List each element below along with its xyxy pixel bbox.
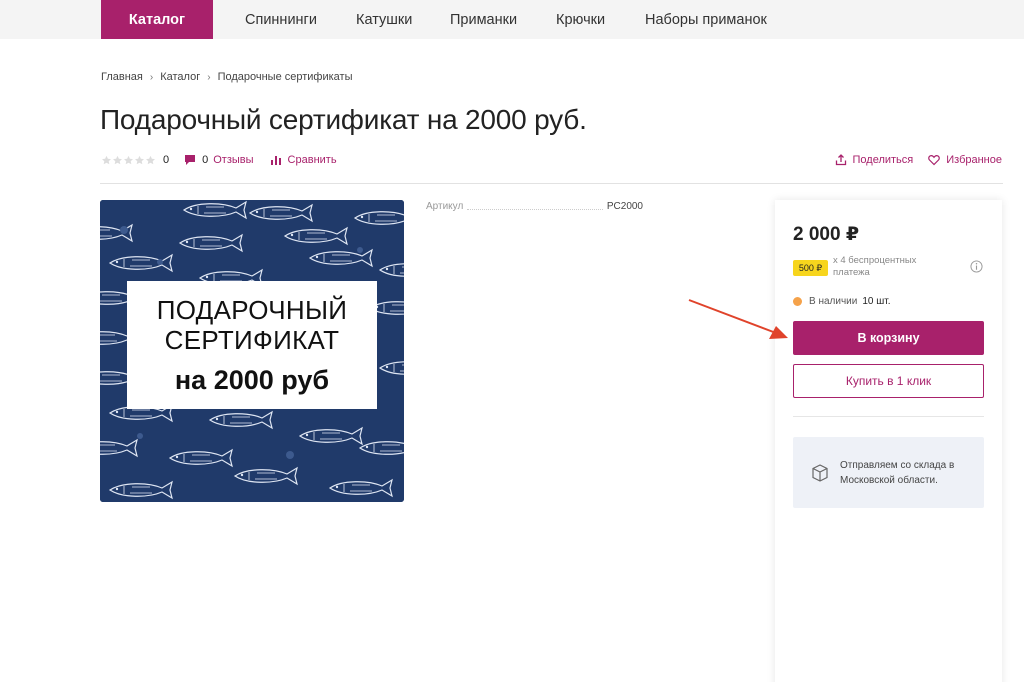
heart-icon <box>928 155 941 166</box>
nav-item-hooks[interactable]: Крючки <box>556 0 605 39</box>
certificate-line-3: на 2000 руб <box>174 365 330 395</box>
annotation-arrow-icon <box>688 299 788 339</box>
star-icon <box>146 155 155 164</box>
add-to-cart-button[interactable]: В корзину <box>793 321 984 355</box>
article-dotted-leader <box>467 209 603 210</box>
info-icon[interactable] <box>970 260 983 273</box>
compare-icon <box>270 156 281 165</box>
star-icon <box>113 155 122 164</box>
buy-panel: 2 000 ₽ 500 ₽ x 4 беспроцентных платежа … <box>775 200 1002 682</box>
share-favorite-row: Поделиться Избранное <box>820 152 1002 168</box>
favorite-label: Избранное <box>946 154 1002 166</box>
star-icon <box>135 155 144 164</box>
breadcrumb-home[interactable]: Главная <box>101 71 143 83</box>
reviews-link[interactable]: Отзывы <box>213 154 253 166</box>
stock-dot-icon <box>793 297 802 306</box>
breadcrumb-catalog[interactable]: Каталог <box>160 71 200 83</box>
article-label: Артикул <box>426 201 464 212</box>
buy-one-click-button[interactable]: Купить в 1 клик <box>793 364 984 398</box>
divider <box>793 416 984 417</box>
favorite-button[interactable]: Избранное <box>928 154 1002 166</box>
share-icon <box>835 154 846 166</box>
rating-count: 0 <box>163 154 170 166</box>
rating-stars <box>101 155 156 166</box>
product-image[interactable]: ПОДАРОЧНЫЙ СЕРТИФИКАТ на 2000 руб <box>100 200 404 502</box>
certificate-line-2: СЕРТИФИКАТ <box>164 325 340 355</box>
share-button[interactable]: Поделиться <box>835 154 914 166</box>
chevron-right-icon: › <box>149 71 154 83</box>
shipping-info-box: Отправляем со склада в Московской област… <box>793 437 984 508</box>
nav-item-lures[interactable]: Приманки <box>450 0 517 39</box>
compare-link[interactable]: Сравнить <box>288 154 337 166</box>
breadcrumb-current: Подарочные сертификаты <box>217 71 353 83</box>
article-value: PC2000 <box>606 201 643 212</box>
comment-icon <box>185 155 196 165</box>
chevron-right-icon: › <box>207 71 211 83</box>
box-icon <box>812 464 828 482</box>
nav-item-lure-sets[interactable]: Наборы приманок <box>645 0 767 39</box>
installment-badge: 500 ₽ <box>793 260 828 276</box>
certificate-line-1: ПОДАРОЧНЫЙ <box>156 295 348 325</box>
stock-quantity: 10 шт. <box>862 296 891 307</box>
certificate-label-card: ПОДАРОЧНЫЙ СЕРТИФИКАТ на 2000 руб <box>127 281 377 409</box>
product-meta-row: 0 0 Отзывы Сравнить <box>101 152 337 168</box>
reviews-count: 0 <box>202 154 209 166</box>
stock-label: В наличии <box>809 296 858 307</box>
nav-item-spinning-rods[interactable]: Спиннинги <box>245 0 317 39</box>
top-navigation: Каталог Спиннинги Катушки Приманки Крючк… <box>0 0 1024 39</box>
installment-text: x 4 беспроцентных платежа <box>833 255 917 278</box>
share-label: Поделиться <box>852 154 914 166</box>
article-row: Артикул PC2000 <box>426 201 643 215</box>
divider <box>100 183 1003 184</box>
nav-item-reels[interactable]: Катушки <box>356 0 412 39</box>
star-icon <box>124 155 133 164</box>
breadcrumb: Главная › Каталог › Подарочные сертифика… <box>101 70 353 84</box>
stock-status: В наличии 10 шт. <box>793 296 891 307</box>
page-title: Подарочный сертификат на 2000 руб. <box>100 104 587 135</box>
price: 2 000 ₽ <box>793 224 860 245</box>
nav-item-catalog[interactable]: Каталог <box>101 0 213 39</box>
star-icon <box>102 155 111 164</box>
shipping-text: Отправляем со склада в Московской област… <box>840 460 955 486</box>
